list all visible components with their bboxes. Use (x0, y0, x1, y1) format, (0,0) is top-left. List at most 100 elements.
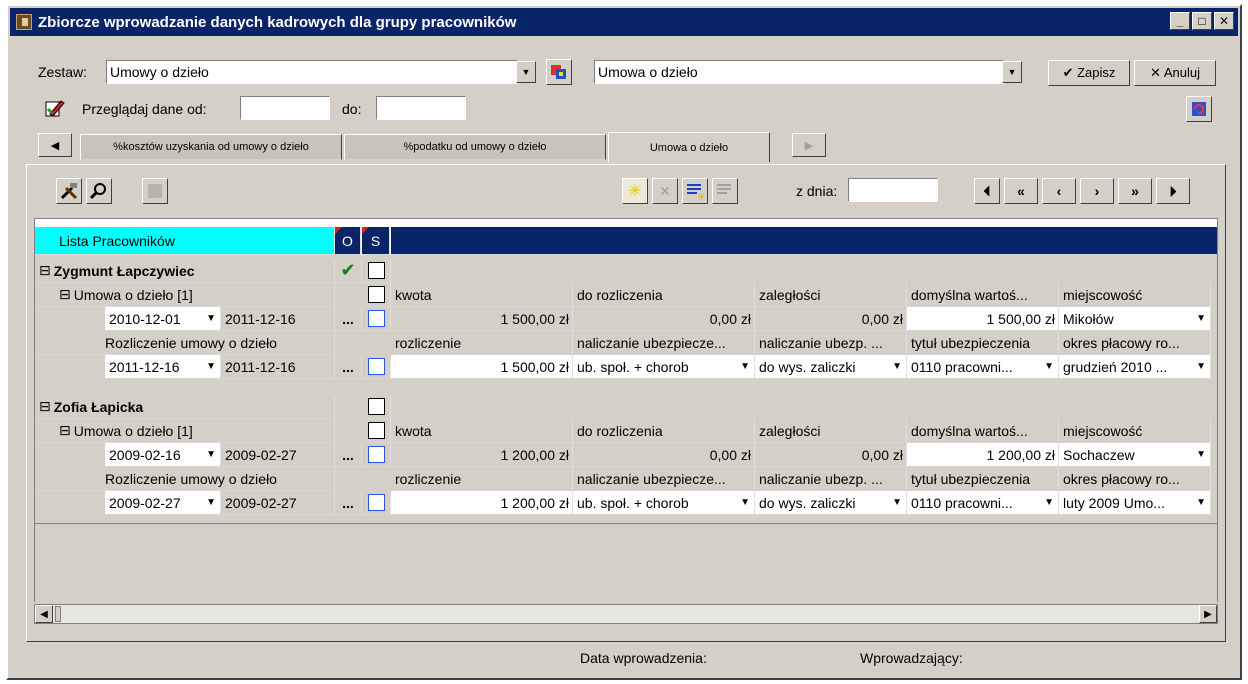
employee-row[interactable]: ⊟ Zofia Łapicka (35, 395, 335, 419)
contract-to-date: 2009-02-27 (221, 443, 335, 467)
tab-koszty[interactable]: %kosztów uzyskania od umowy o dzieło (80, 134, 342, 160)
settle-rozliczenie[interactable]: 1 500,00 zł (391, 355, 573, 379)
cancel-button[interactable]: ✕ Anuluj (1134, 60, 1216, 86)
settle-rozliczenie[interactable]: 1 200,00 zł (391, 491, 573, 515)
contract-select-checkbox[interactable] (362, 307, 391, 331)
horizontal-scrollbar[interactable]: ◀ ▶ (34, 604, 1218, 624)
prev-fast-icon[interactable]: « (1004, 178, 1038, 204)
tab-scroll-left-icon[interactable]: ◀ (38, 133, 72, 157)
col-okres: okres płacowy ro... (1059, 467, 1211, 491)
wprowadzajacy-label: Wprowadzający: (860, 650, 963, 666)
template-dropdown-arrow-icon[interactable]: ▼ (1002, 61, 1022, 83)
last-page-icon[interactable]: ⏵ (1156, 178, 1190, 204)
settle-ubezp-select[interactable]: ub. społ. + chorob ▼ (573, 355, 755, 379)
new-record-icon[interactable]: ✳ (622, 178, 648, 204)
settle-okres-select[interactable]: grudzień 2010 ... ▼ (1059, 355, 1211, 379)
edit-pencil-icon[interactable] (44, 97, 66, 119)
tab-podatek[interactable]: %podatku od umowy o dzieło (344, 134, 606, 160)
employee-grid: Lista Pracowników O S ⊟ Zygmunt Łapczywie… (34, 218, 1218, 524)
col-tytul: tytuł ubezpieczenia (907, 467, 1059, 491)
maximize-button[interactable]: □ (1192, 12, 1212, 30)
tools-icon[interactable] (56, 178, 82, 204)
checkmark-icon[interactable]: ✔ (335, 259, 362, 283)
z-dnia-input[interactable] (848, 178, 938, 202)
zestaw-select[interactable]: Umowy o dzieło (106, 60, 518, 84)
header-data-columns (391, 227, 1217, 255)
contract-from-date[interactable]: 2010-12-01 ▼ (105, 307, 221, 331)
browse-from-label: Przeglądaj dane od: (82, 101, 207, 117)
contract-select-checkbox[interactable] (362, 443, 391, 467)
settle-ubezp2-select[interactable]: do wys. zaliczki ▼ (755, 491, 907, 515)
settle-ubezp-select[interactable]: ub. społ. + chorob ▼ (573, 491, 755, 515)
first-page-icon[interactable]: ⏴ (974, 178, 1000, 204)
template-select[interactable]: Umowa o dzieło (594, 60, 1004, 84)
svg-text:✳: ✳ (697, 192, 705, 201)
settle-okres-value: grudzień 2010 ... (1063, 358, 1168, 375)
contract-miejscowosc[interactable]: Mikołów ▼ (1059, 307, 1211, 331)
minimize-button[interactable]: _ (1170, 12, 1190, 30)
add-row-icon[interactable]: ✳ (682, 178, 708, 204)
ellipsis-button[interactable]: ... (335, 443, 362, 467)
settle-from-date[interactable]: 2011-12-16 ▼ (105, 355, 221, 379)
settle-ubezp2-select[interactable]: do wys. zaliczki ▼ (755, 355, 907, 379)
settle-row[interactable]: Rozliczenie umowy o dzieło (35, 467, 335, 491)
remove-row-icon[interactable] (712, 178, 738, 204)
contract-domyslna[interactable]: 1 200,00 zł (907, 443, 1059, 467)
contract-row[interactable]: ⊟ Umowa o dzieło [1] (35, 419, 335, 443)
settle-row[interactable]: Rozliczenie umowy o dzieło (35, 331, 335, 355)
refresh-icon[interactable] (1186, 96, 1212, 122)
prev-icon[interactable]: ‹ (1042, 178, 1076, 204)
contract-from-date[interactable]: 2009-02-16 ▼ (105, 443, 221, 467)
contract-checkbox[interactable] (362, 283, 391, 307)
title-bar: Zbiorcze wprowadzanie danych kadrowych d… (10, 8, 1238, 36)
contract-to-date: 2011-12-16 (221, 307, 335, 331)
contract-miejscowosc[interactable]: Sochaczew ▼ (1059, 443, 1211, 467)
header-list-employees[interactable]: Lista Pracowników (35, 227, 335, 255)
tab-umowa[interactable]: Umowa o dzieło (608, 132, 770, 162)
settle-to-date: 2009-02-27 (221, 491, 335, 515)
settle-tytul-select[interactable]: 0110 pracowni... ▼ (907, 491, 1059, 515)
next-icon[interactable]: › (1080, 178, 1114, 204)
scroll-right-icon[interactable]: ▶ (1199, 605, 1217, 623)
contract-checkbox[interactable] (362, 419, 391, 443)
contract-domyslna[interactable]: 1 500,00 zł (907, 307, 1059, 331)
ellipsis-button[interactable]: ... (335, 491, 362, 515)
header-s-marker (362, 227, 369, 234)
ellipsis-button[interactable]: ... (335, 355, 362, 379)
header-o-label: O (342, 232, 353, 249)
col-do-rozliczenia: do rozliczenia (573, 283, 755, 307)
col-miejscowosc: miejscowość (1059, 283, 1211, 307)
select-checkbox[interactable] (362, 259, 391, 283)
settle-okres-select[interactable]: luty 2009 Umo... ▼ (1059, 491, 1211, 515)
settle-label: Rozliczenie umowy o dzieło (105, 334, 277, 351)
close-button[interactable]: ✕ (1214, 12, 1234, 30)
next-fast-icon[interactable]: » (1118, 178, 1152, 204)
save-button[interactable]: ✔ Zapisz (1048, 60, 1130, 86)
tab-umowa-label: Umowa o dzieło (649, 141, 729, 154)
zestaw-dropdown-arrow-icon[interactable]: ▼ (516, 61, 536, 83)
from-date-input[interactable] (240, 96, 330, 120)
tab-scroll-right-icon[interactable]: ▶ (792, 133, 826, 157)
delete-record-icon[interactable]: ✕ (652, 178, 678, 204)
contract-do-rozliczenia: 0,00 zł (573, 307, 755, 331)
col-naliczanie-ubezp2: naliczanie ubezp. ... (755, 467, 907, 491)
col-naliczanie-ubezp2: naliczanie ubezp. ... (755, 331, 907, 355)
scroll-left-icon[interactable]: ◀ (35, 605, 53, 623)
contract-zaleglosci: 0,00 zł (755, 443, 907, 467)
settle-select-checkbox[interactable] (362, 355, 391, 379)
settle-select-checkbox[interactable] (362, 491, 391, 515)
zestaw-config-icon[interactable] (546, 59, 572, 85)
contract-row[interactable]: ⊟ Umowa o dzieło [1] (35, 283, 335, 307)
settle-from-date[interactable]: 2009-02-27 ▼ (105, 491, 221, 515)
ellipsis-button[interactable]: ... (335, 307, 362, 331)
to-date-input[interactable] (376, 96, 466, 120)
settle-tytul-value: 0110 pracowni... (911, 494, 1013, 511)
employee-row[interactable]: ⊟ Zygmunt Łapczywiec (35, 259, 335, 283)
employee-name: Zygmunt Łapczywiec (53, 262, 195, 279)
disabled-action-icon[interactable] (142, 178, 168, 204)
search-icon[interactable] (86, 178, 112, 204)
col-kwota: kwota (391, 419, 573, 443)
scroll-thumb[interactable] (55, 606, 61, 622)
select-checkbox[interactable] (362, 395, 391, 419)
settle-tytul-select[interactable]: 0110 pracowni... ▼ (907, 355, 1059, 379)
